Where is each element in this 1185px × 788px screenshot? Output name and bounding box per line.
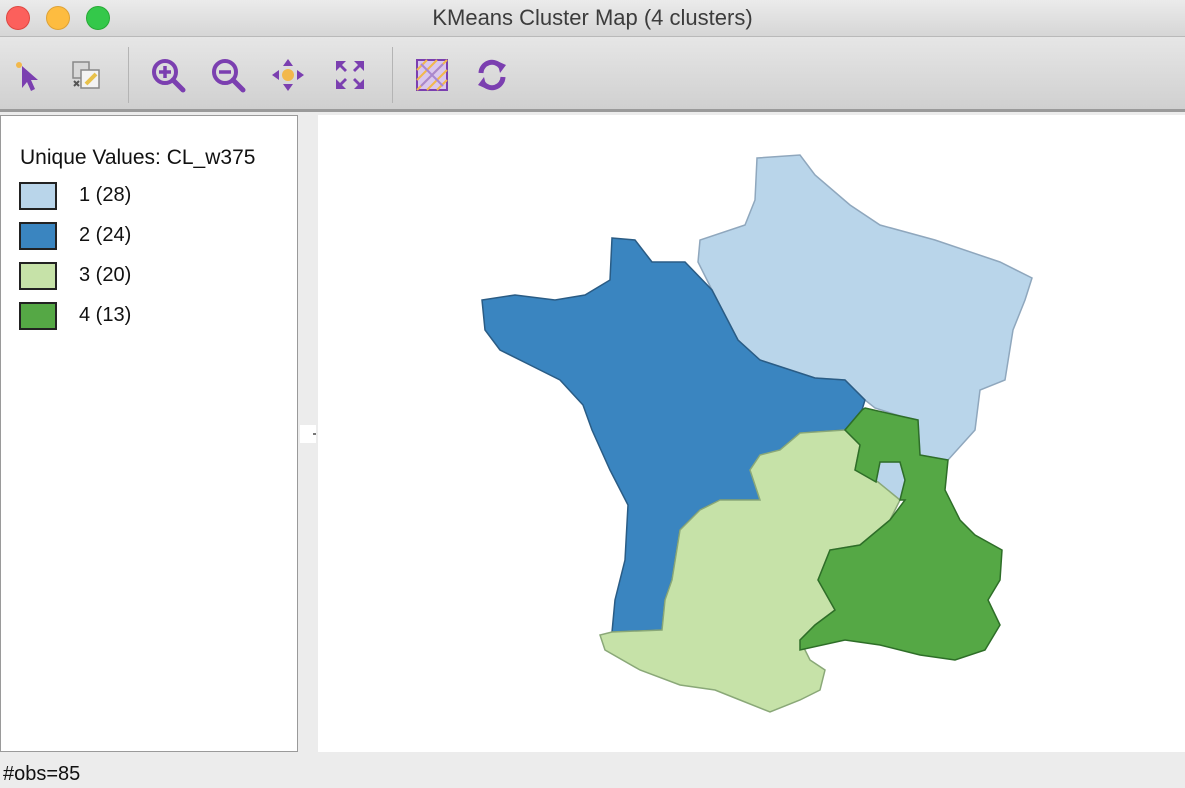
selection-shape-icon: [72, 61, 100, 89]
select-pointer-button[interactable]: [8, 55, 48, 95]
selection-shape-button[interactable]: [66, 55, 106, 95]
title-bar: KMeans Cluster Map (4 clusters): [0, 0, 1185, 37]
toggle-layer-button[interactable]: [412, 55, 452, 95]
pan-button[interactable]: [268, 55, 308, 95]
zoom-in-icon: [152, 59, 186, 93]
status-bar: #obs=85: [0, 758, 1185, 788]
toolbar: [0, 37, 1185, 112]
observation-count: #obs=85: [3, 763, 81, 785]
legend-panel: Unique Values: CL_w375 1 (28) 2 (24) 3 (…: [0, 115, 298, 752]
refresh-button[interactable]: [472, 55, 512, 95]
legend-title: Unique Values: CL_w375: [20, 146, 256, 169]
toolbar-separator: [392, 47, 393, 103]
legend-item-label: 2 (24): [79, 224, 132, 246]
legend-item-label: 4 (13): [79, 304, 132, 326]
fit-icon: [336, 61, 364, 89]
pointer-icon: [16, 62, 38, 91]
toolbar-separator: [128, 47, 129, 103]
pan-icon: [272, 59, 304, 91]
zoom-out-button[interactable]: [208, 55, 248, 95]
cluster-map: [481, 154, 1033, 713]
legend-item-label: 3 (20): [79, 264, 132, 286]
legend-swatch: [19, 262, 57, 290]
refresh-icon: [478, 59, 506, 91]
legend-swatch: [19, 302, 57, 330]
fit-to-window-button[interactable]: [330, 55, 370, 95]
legend-swatch: [19, 182, 57, 210]
zoom-in-button[interactable]: [148, 55, 188, 95]
legend-item-label: 1 (28): [79, 184, 132, 206]
layer-icon: [416, 59, 448, 91]
zoom-out-icon: [212, 59, 246, 93]
legend-swatch: [19, 222, 57, 250]
splitter-grip-dot: [313, 433, 316, 435]
map-canvas[interactable]: [318, 115, 1185, 752]
window-title: KMeans Cluster Map (4 clusters): [432, 5, 753, 30]
